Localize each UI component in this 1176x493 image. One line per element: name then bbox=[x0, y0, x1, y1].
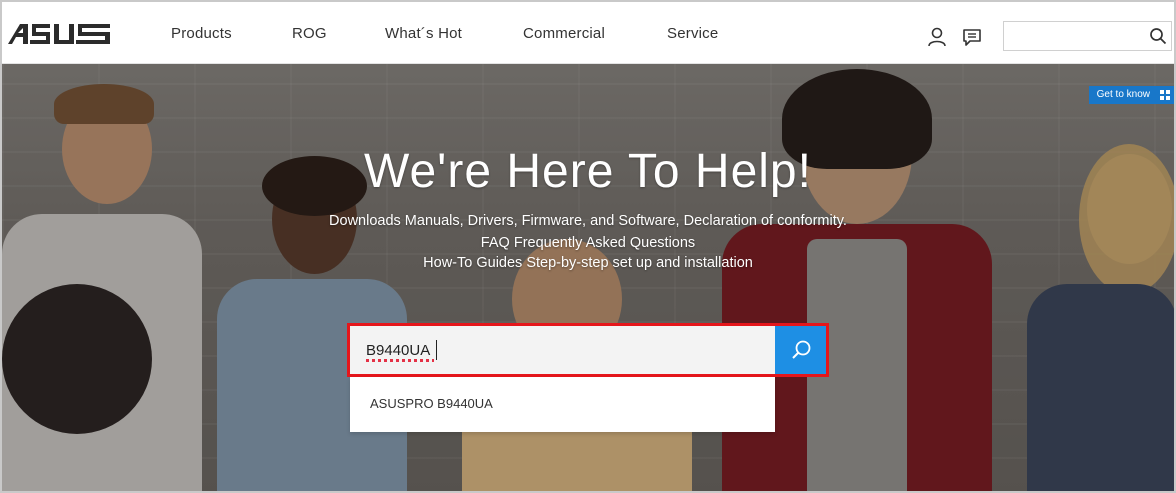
get-to-know-label: Get to know bbox=[1096, 89, 1150, 100]
suggestion-item[interactable]: ASUSPRO B9440UA bbox=[370, 396, 493, 411]
asus-logo[interactable] bbox=[6, 22, 112, 46]
hero-line-downloads: Downloads Manuals, Drivers, Firmware, an… bbox=[329, 213, 847, 229]
nav-search-input[interactable] bbox=[1004, 22, 1144, 50]
page-frame: Products ROG What´s Hot Commercial Servi… bbox=[0, 0, 1176, 493]
support-search-input[interactable] bbox=[350, 326, 775, 374]
search-icon[interactable] bbox=[1149, 27, 1167, 45]
get-to-know-badge[interactable]: Get to know bbox=[1088, 86, 1174, 104]
spellcheck-underline bbox=[366, 359, 434, 362]
top-nav: Products ROG What´s Hot Commercial Servi… bbox=[2, 2, 1174, 64]
hero-title: We're Here To Help! bbox=[364, 145, 812, 198]
nav-whats-hot[interactable]: What´s Hot bbox=[385, 25, 462, 42]
user-icon[interactable] bbox=[926, 26, 948, 48]
support-search-button[interactable] bbox=[775, 326, 826, 374]
windows-icon bbox=[1160, 90, 1170, 100]
hero-banner: Get to know We're Here To Help! Download… bbox=[2, 64, 1174, 491]
chat-icon[interactable] bbox=[961, 26, 983, 48]
search-icon bbox=[792, 340, 811, 359]
hero-line-faq: FAQ Frequently Asked Questions bbox=[480, 235, 696, 251]
text-caret bbox=[436, 340, 437, 360]
nav-products[interactable]: Products bbox=[171, 25, 232, 42]
nav-search-box[interactable] bbox=[1003, 21, 1172, 51]
nav-service[interactable]: Service bbox=[667, 25, 718, 42]
search-suggestions: ASUSPRO B9440UA bbox=[350, 377, 775, 432]
nav-rog[interactable]: ROG bbox=[292, 25, 327, 42]
support-search-box bbox=[347, 323, 829, 377]
hero-line-howto: How-To Guides Step-by-step set up and in… bbox=[423, 255, 753, 271]
nav-commercial[interactable]: Commercial bbox=[523, 25, 605, 42]
